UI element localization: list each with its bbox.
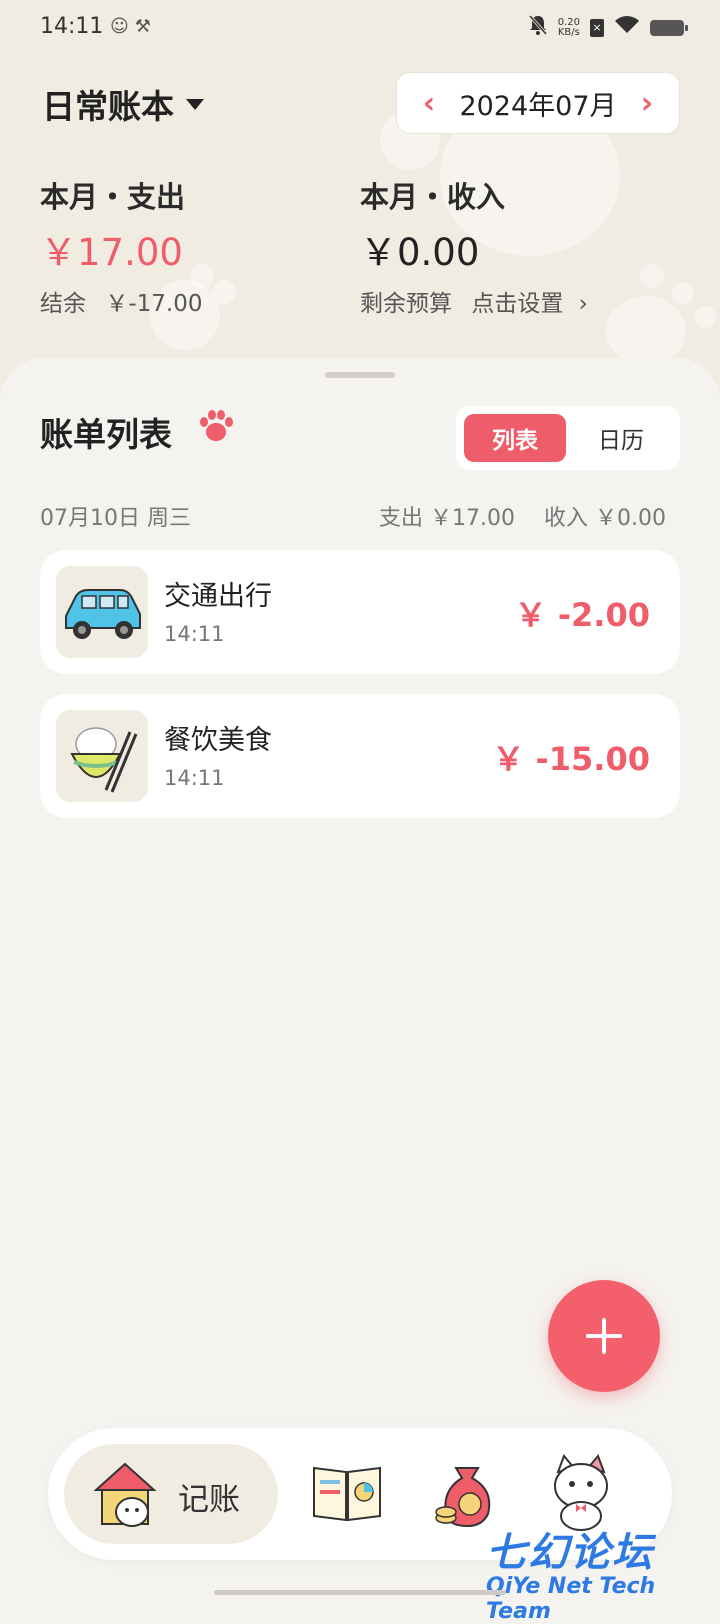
- list-item[interactable]: 餐饮美食 14:11 ￥ -15.00: [40, 694, 680, 818]
- expense-label: 本月・支出: [40, 180, 186, 214]
- cat-profile-icon[interactable]: [542, 1452, 620, 1532]
- budget-action: 点击设置: [471, 291, 564, 317]
- status-bar: 14:11 ☺⚒ 0.20 KB/s ×: [0, 0, 720, 56]
- record-amount: ￥ -15.00: [492, 740, 650, 778]
- status-time: 14:11: [40, 14, 104, 39]
- paw-decoration: [672, 282, 694, 304]
- rice-bowl-icon: [56, 710, 148, 802]
- net-speed-unit: KB/s: [557, 26, 580, 38]
- bill-list-sheet: 账单列表 列表 日历 07月10日 周三 支出 ￥17.00 收入 ￥0.00: [0, 358, 720, 1600]
- net-speed-value: 0.20: [557, 16, 580, 28]
- day-totals: 支出 ￥17.00 收入 ￥0.00: [357, 500, 666, 532]
- bottom-nav: 记账: [48, 1428, 672, 1560]
- book-chart-icon[interactable]: [310, 1458, 384, 1528]
- home-cat-icon: [93, 1462, 157, 1527]
- income-label: 本月・收入: [360, 180, 506, 214]
- book-name: 日常账本: [42, 87, 174, 126]
- sheet-title: 账单列表: [40, 415, 172, 454]
- book-selector[interactable]: 日常账本: [42, 80, 204, 128]
- day-income: 收入 ￥0.00: [544, 506, 666, 531]
- budget-row[interactable]: 剩余预算 点击设置 ›: [360, 284, 588, 318]
- tab-calendar[interactable]: 日历: [570, 414, 672, 462]
- record-category: 交通出行: [164, 581, 272, 612]
- mute-icon: [528, 14, 548, 41]
- nav-item-bookkeeping[interactable]: 记账: [64, 1444, 278, 1544]
- add-record-button[interactable]: [548, 1280, 660, 1392]
- balance-row: 结余 ￥-17.00: [40, 284, 202, 318]
- paw-decoration: [606, 296, 686, 366]
- balance-value: ￥-17.00: [105, 291, 203, 317]
- status-right-icons: 0.20 KB/s ×: [528, 14, 688, 41]
- paw-icon: [200, 410, 233, 441]
- caret-down-icon: [186, 98, 204, 110]
- income-value: ￥0.00: [360, 231, 480, 274]
- tools-icon: ⚒: [134, 16, 157, 37]
- money-bag-icon[interactable]: [432, 1456, 502, 1530]
- wifi-icon: [614, 15, 640, 40]
- record-amount: ￥ -2.00: [514, 596, 650, 634]
- tab-list[interactable]: 列表: [464, 414, 566, 462]
- gesture-bar[interactable]: [214, 1590, 506, 1595]
- battery-icon: [650, 19, 688, 36]
- plus-icon: [586, 1318, 622, 1354]
- record-category: 餐饮美食: [164, 725, 272, 756]
- budget-label: 剩余预算: [360, 291, 452, 317]
- status-left-icons: ☺⚒: [110, 16, 157, 37]
- day-date: 07月10日 周三: [40, 506, 191, 531]
- sheet-handle[interactable]: [325, 372, 395, 378]
- sim-off-icon: ×: [590, 18, 604, 37]
- day-expense: 支出 ￥17.00: [379, 506, 516, 531]
- month-label[interactable]: 2024年07月: [459, 84, 616, 123]
- record-time: 14:11: [164, 622, 225, 646]
- chevron-right-icon: ›: [578, 291, 588, 317]
- car-icon: [56, 566, 148, 658]
- app-notification-icon: ☺: [110, 16, 135, 37]
- net-speed: 0.20 KB/s: [557, 16, 580, 38]
- balance-label: 结余: [40, 291, 86, 317]
- list-item[interactable]: 交通出行 14:11 ￥ -2.00: [40, 550, 680, 674]
- prev-month-button[interactable]: ‹: [415, 86, 443, 121]
- paw-decoration: [640, 264, 664, 288]
- next-month-button[interactable]: ›: [633, 86, 661, 121]
- nav-label-bookkeeping: 记账: [178, 1482, 240, 1518]
- expense-value: ￥17.00: [40, 231, 183, 274]
- paw-decoration: [212, 280, 236, 304]
- month-picker: ‹ 2024年07月 ›: [396, 72, 680, 134]
- paw-decoration: [694, 306, 716, 328]
- record-time: 14:11: [164, 766, 225, 790]
- view-toggle: 列表 日历: [456, 406, 680, 470]
